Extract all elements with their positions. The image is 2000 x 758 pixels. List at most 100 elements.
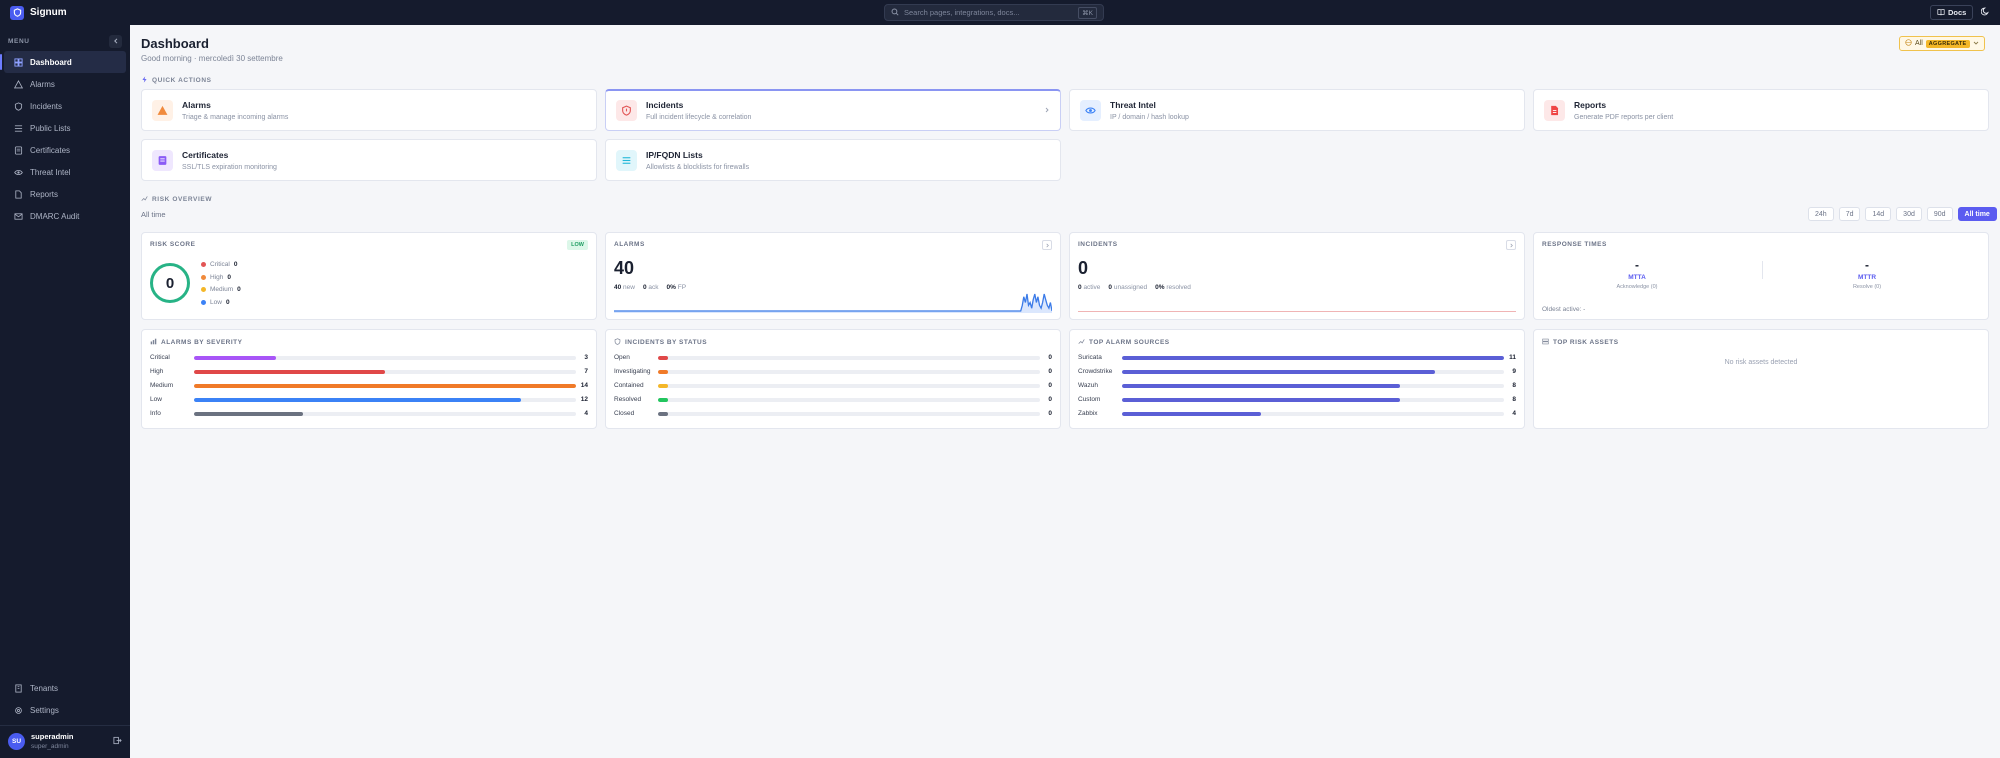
bar-row[interactable]: Low 12 [150,395,588,404]
collapse-sidebar-button[interactable] [109,34,122,48]
quick-action-reports[interactable]: Reports Generate PDF reports per client [1533,89,1989,131]
quick-action-ip-fqdn-lists[interactable]: IP/FQDN Lists Allowlists & blocklists for… [605,139,1061,181]
bar-row[interactable]: Critical 3 [150,353,588,362]
quick-action-threat-intel[interactable]: Threat Intel IP / domain / hash lookup [1069,89,1525,131]
stat-new: 40 new [614,284,635,291]
bar-track [194,383,576,388]
range-button[interactable]: 24h [1808,207,1834,221]
chevron-down-icon [1973,40,1979,48]
bar-value: 0 [1048,396,1052,403]
global-search[interactable]: ⌘K [884,4,1104,21]
bar-row[interactable]: Suricata 11 [1078,353,1516,362]
sidebar-item-incidents[interactable]: Incidents [4,95,126,117]
range-button[interactable]: All time [1957,207,1997,221]
bar-fill [658,397,668,402]
quick-action-subtitle: Generate PDF reports per client [1574,113,1674,121]
range-button[interactable]: 14d [1865,207,1892,221]
sidebar-item-tenants[interactable]: Tenants [4,677,126,699]
bar-track [194,369,576,374]
risk-level-label: High [210,273,224,281]
range-button[interactable]: 7d [1838,207,1861,221]
bar-row[interactable]: Resolved 0 [614,395,1052,404]
bar-row[interactable]: Zabbix 4 [1078,409,1516,418]
status-dot [201,261,206,267]
bar-row[interactable]: Wazuh 8 [1078,381,1516,390]
bar-fill [194,397,522,402]
expand-icon[interactable] [1042,240,1052,250]
sidebar-bottom: Tenants Settings SU superadmin super_adm… [0,677,130,758]
sidebar-item-certificates[interactable]: Certificates [4,139,126,161]
quick-action-subtitle: SSL/TLS expiration monitoring [182,163,277,171]
card-title: ALARMS BY SEVERITY [161,339,243,346]
stat-value: 0 [642,284,647,291]
stat-active: 0 active [1078,284,1100,291]
sidebar-item-label: DMARC Audit [30,211,80,221]
bar-value: 0 [1048,382,1052,389]
search-input[interactable] [904,8,1074,17]
sidebar-item-alarms[interactable]: Alarms [4,73,126,95]
bar-row[interactable]: Custom 8 [1078,395,1516,404]
quick-action-subtitle: Triage & manage incoming alarms [182,113,289,121]
alarm-icon [14,79,23,89]
sidebar-item-label: Alarms [30,79,55,89]
shield-icon [614,338,621,347]
range-button[interactable]: 90d [1926,207,1953,221]
sidebar-item-label: Incidents [30,101,63,111]
globe-icon [1905,39,1912,48]
response-times-card: RESPONSE TIMES - MTTA Acknowledge (0) - … [1533,232,1989,320]
file-icon [1544,99,1565,121]
stat-label: FP [677,284,687,291]
risk-overview-heading: RISK OVERVIEW [141,195,212,204]
bar-track [194,411,576,416]
card-title: TOP ALARM SOURCES [1089,339,1170,346]
sidebar-item-label: Public Lists [30,123,71,133]
bar-fill [194,383,576,388]
bar-row[interactable]: Open 0 [614,353,1052,362]
bar-row[interactable]: Closed 0 [614,409,1052,418]
quick-action-title: Alarms [182,99,211,110]
card-title: RESPONSE TIMES [1542,241,1607,248]
sidebar-item-dmarc-audit[interactable]: DMARC Audit [4,205,126,227]
card-title: INCIDENTS [1078,241,1118,248]
bar-value: 3 [584,354,588,361]
incidents-summary-card[interactable]: INCIDENTS 0 0 active 0 unassigned 0% res… [1069,232,1525,320]
sidebar-item-public-lists[interactable]: Public Lists [4,117,126,139]
alarms-summary-card[interactable]: ALARMS 40 40 new 0 ack 0% FP [605,232,1061,320]
stat-value: 0 [1078,284,1082,291]
range-button[interactable]: 30d [1896,207,1922,221]
bar-row[interactable]: High 7 [150,367,588,376]
bar-row[interactable]: Medium 14 [150,381,588,390]
quick-action-alarms[interactable]: Alarms Triage & manage incoming alarms [141,89,597,131]
bar-row[interactable]: Investigating 0 [614,367,1052,376]
stat-resolved: 0% resolved [1155,284,1191,291]
logout-icon[interactable] [113,736,122,747]
quick-action-certificates[interactable]: Certificates SSL/TLS expiration monitorin… [141,139,597,181]
quick-action-incidents[interactable]: Incidents Full incident lifecycle & corre… [605,89,1061,131]
incidents-by-status-heading: INCIDENTS BY STATUS [614,338,707,347]
bar-fill [658,369,668,374]
sidebar-item-dashboard[interactable]: Dashboard [0,51,126,73]
bar-label: Open [614,354,630,361]
tenant-scope-select[interactable]: All AGGREGATE [1899,36,1985,51]
bar-row[interactable]: Info 4 [150,409,588,418]
bar-row[interactable]: Contained 0 [614,381,1052,390]
card-title: ALARMS [614,241,645,248]
sidebar-item-settings[interactable]: Settings [4,699,126,721]
bar-value: 14 [580,382,588,389]
docs-button[interactable]: Docs [1930,5,1974,20]
expand-icon[interactable] [1506,240,1516,250]
sparkline-line [614,293,1052,312]
sidebar-item-reports[interactable]: Reports [4,183,126,205]
bar-value: 0 [1048,410,1052,417]
bar-track [194,397,576,402]
theme-toggle-button[interactable] [1978,5,1993,20]
stat-label: unassigned [1113,284,1148,291]
user-profile[interactable]: SU superadmin super_admin [0,725,130,758]
risk-level-label: Medium [210,286,234,294]
risk-level-label: Critical [210,260,230,268]
top-bar: Signum ⌘K Docs [0,0,2000,25]
alarms-by-severity-card: ALARMS BY SEVERITY Critical 3 High 7 Medium 1… [141,329,597,429]
sidebar-item-threat-intel[interactable]: Threat Intel [4,161,126,183]
brand[interactable]: Signum [0,5,130,20]
bar-row[interactable]: Crowdstrike 9 [1078,367,1516,376]
